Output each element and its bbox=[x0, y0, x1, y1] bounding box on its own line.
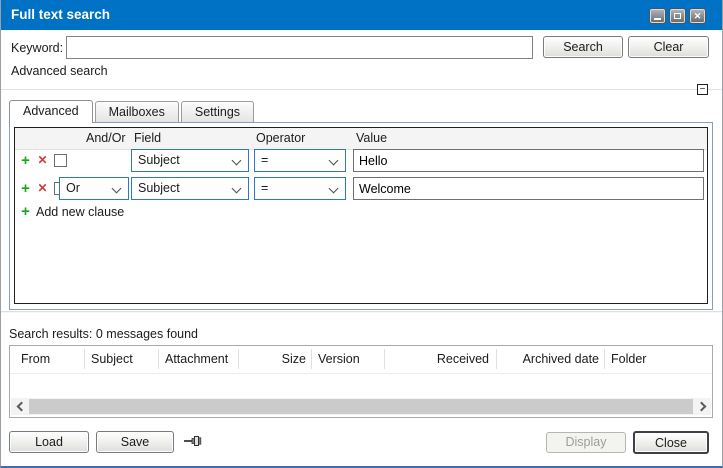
close-icon: ✕ bbox=[694, 12, 702, 21]
display-button[interactable]: Display bbox=[546, 432, 626, 453]
collapse-toggle[interactable]: − bbox=[697, 84, 708, 95]
clause-checkbox[interactable] bbox=[54, 154, 67, 167]
add-row-icon[interactable]: + bbox=[18, 177, 33, 200]
column-header-subject[interactable]: Subject bbox=[91, 346, 133, 372]
add-row-icon[interactable]: + bbox=[18, 149, 33, 172]
remove-row-icon[interactable]: ✕ bbox=[35, 149, 50, 172]
add-new-clause-label: Add new clause bbox=[36, 201, 124, 223]
scrollbar-thumb[interactable] bbox=[29, 399, 693, 414]
collapse-icon: − bbox=[700, 85, 706, 95]
advanced-search-label: Advanced search bbox=[11, 64, 108, 78]
results-table: From Subject Attachment Size Version Rec… bbox=[9, 345, 713, 418]
field-dropdown[interactable]: Subject bbox=[131, 149, 249, 172]
add-icon: + bbox=[18, 201, 33, 223]
column-divider bbox=[604, 349, 605, 369]
column-header-received[interactable]: Received bbox=[390, 346, 489, 372]
chevron-down-icon bbox=[329, 184, 339, 194]
column-divider bbox=[311, 349, 312, 369]
results-divider bbox=[1, 311, 722, 313]
maximize-button[interactable] bbox=[669, 8, 686, 24]
value-input[interactable] bbox=[353, 149, 704, 172]
window-controls: ✕ bbox=[649, 8, 706, 24]
column-header-field: Field bbox=[134, 128, 161, 149]
column-divider bbox=[496, 349, 497, 369]
minimize-icon bbox=[654, 18, 661, 20]
results-summary-label: Search results: bbox=[9, 327, 92, 341]
pin-icon[interactable] bbox=[184, 435, 202, 450]
search-button[interactable]: Search bbox=[543, 36, 623, 58]
horizontal-scrollbar[interactable] bbox=[11, 398, 711, 415]
clause-grid-header: And/Or Field Operator Value bbox=[15, 128, 707, 150]
andor-dropdown[interactable]: Or bbox=[59, 177, 129, 200]
column-header-folder[interactable]: Folder bbox=[611, 346, 646, 372]
full-text-search-window: Full text search ✕ Keyword: Search Clear… bbox=[0, 0, 723, 468]
column-header-version[interactable]: Version bbox=[318, 346, 360, 372]
column-divider bbox=[158, 349, 159, 369]
close-button[interactable]: Close bbox=[633, 431, 709, 454]
maximize-icon bbox=[674, 13, 681, 19]
operator-dropdown[interactable]: = bbox=[254, 149, 346, 172]
column-header-size[interactable]: Size bbox=[240, 346, 306, 372]
column-header-attachment[interactable]: Attachment bbox=[165, 346, 228, 372]
tab-strip: Advanced Mailboxes Settings bbox=[9, 100, 256, 123]
chevron-down-icon bbox=[232, 184, 242, 194]
window-title: Full text search bbox=[11, 0, 110, 30]
close-window-button[interactable]: ✕ bbox=[689, 8, 706, 24]
keyword-input[interactable] bbox=[66, 36, 533, 59]
operator-dropdown[interactable]: = bbox=[254, 177, 346, 200]
save-button[interactable]: Save bbox=[96, 431, 174, 453]
tab-advanced[interactable]: Advanced bbox=[9, 100, 93, 123]
column-header-from[interactable]: From bbox=[21, 346, 50, 372]
clear-button[interactable]: Clear bbox=[628, 36, 709, 58]
column-divider bbox=[238, 349, 239, 369]
column-header-andor: And/Or bbox=[86, 128, 126, 149]
tab-mailboxes[interactable]: Mailboxes bbox=[95, 101, 179, 122]
chevron-down-icon bbox=[329, 156, 339, 166]
keyword-label: Keyword: bbox=[11, 41, 63, 55]
section-divider bbox=[1, 89, 722, 90]
column-header-operator: Operator bbox=[256, 128, 305, 149]
load-button[interactable]: Load bbox=[9, 431, 89, 453]
column-divider bbox=[84, 349, 85, 369]
value-input[interactable] bbox=[353, 177, 704, 200]
minimize-button[interactable] bbox=[649, 8, 666, 24]
clause-row: + ✕ Subject = bbox=[15, 149, 707, 172]
scroll-right-button[interactable] bbox=[694, 398, 711, 415]
column-header-value: Value bbox=[356, 128, 387, 149]
column-divider bbox=[384, 349, 385, 369]
clause-row: + ✕ Or Subject = bbox=[15, 177, 707, 200]
tab-settings[interactable]: Settings bbox=[181, 101, 254, 122]
field-dropdown[interactable]: Subject bbox=[131, 177, 249, 200]
chevron-down-icon bbox=[232, 156, 242, 166]
chevron-down-icon bbox=[112, 184, 122, 194]
clause-grid: And/Or Field Operator Value + ✕ Subject … bbox=[14, 127, 708, 304]
results-table-header: From Subject Attachment Size Version Rec… bbox=[10, 346, 712, 374]
titlebar[interactable]: Full text search ✕ bbox=[1, 0, 722, 30]
chevron-right-icon bbox=[696, 402, 706, 412]
results-summary: Search results: 0 messages found bbox=[9, 327, 198, 341]
scroll-left-button[interactable] bbox=[11, 398, 28, 415]
chevron-left-icon bbox=[16, 402, 26, 412]
advanced-tab-panel: And/Or Field Operator Value + ✕ Subject … bbox=[9, 122, 713, 310]
results-count: 0 messages found bbox=[96, 327, 198, 341]
column-header-archived-date[interactable]: Archived date bbox=[500, 346, 599, 372]
remove-row-icon[interactable]: ✕ bbox=[35, 177, 50, 200]
